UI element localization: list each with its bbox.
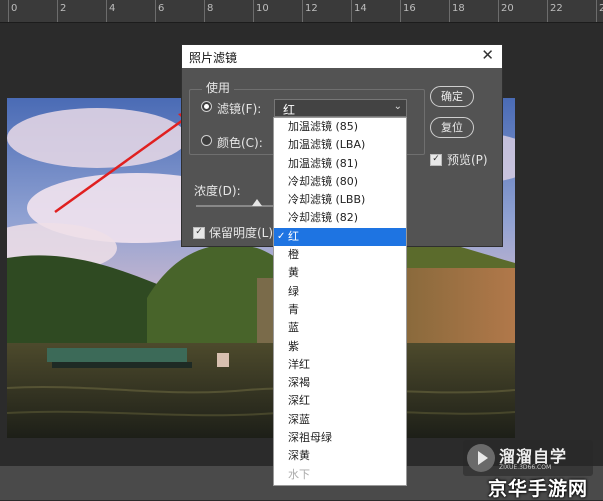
preserve-luminosity-label: 保留明度(L) — [209, 226, 274, 240]
filter-dropdown-list: 加温滤镜 (85) 加温滤镜 (LBA) 加温滤镜 (81) 冷却滤镜 (80) 冷却滤… — [273, 117, 407, 486]
ruler-label: 6 — [158, 3, 165, 14]
top-ruler: 024681012141618202224 — [0, 0, 603, 23]
dropdown-option-label: 深褐 — [288, 376, 310, 390]
ruler-label: 20 — [501, 3, 514, 14]
ruler-tick — [400, 0, 401, 22]
dropdown-option-label: 红 — [288, 229, 299, 243]
watermark-sub: ZIXUE.3D66.COM — [499, 464, 552, 471]
ok-button[interactable]: 确定 — [430, 86, 474, 107]
preview-checkbox[interactable]: ✓ — [430, 154, 442, 166]
dropdown-option-label: 绿 — [288, 284, 299, 298]
dropdown-option-label: 冷却滤镜 (82) — [288, 211, 359, 225]
ruler-label: 24 — [599, 3, 603, 14]
chevron-down-icon: ⌄ — [393, 101, 402, 112]
dropdown-option-label: 黄 — [288, 266, 299, 280]
dropdown-option[interactable]: 加温滤镜 (81) — [274, 155, 406, 173]
ruler-tick — [253, 0, 254, 22]
density-slider-thumb[interactable] — [252, 199, 262, 206]
checkmark-icon: ✓ — [277, 230, 286, 242]
close-icon[interactable]: ✕ — [481, 46, 494, 64]
filter-radio[interactable] — [201, 101, 212, 112]
dropdown-option-label: 洋红 — [288, 357, 310, 371]
dropdown-option-label: 深蓝 — [288, 412, 310, 426]
ruler-tick — [204, 0, 205, 22]
dropdown-option-label: 紫 — [288, 339, 299, 353]
ruler-tick — [351, 0, 352, 22]
dropdown-option-label: 蓝 — [288, 321, 299, 335]
color-radio[interactable] — [201, 135, 212, 146]
dropdown-option-label: 青 — [288, 302, 299, 316]
ruler-tick — [8, 0, 9, 22]
dropdown-option[interactable]: 深祖母绿 — [274, 429, 406, 447]
dropdown-option[interactable]: 蓝 — [274, 319, 406, 337]
dropdown-option-label: 加温滤镜 (81) — [288, 156, 359, 170]
ruler-label: 10 — [256, 3, 269, 14]
dropdown-option-label: 加温滤镜 (85) — [288, 120, 359, 133]
ruler-label: 8 — [207, 3, 214, 14]
reset-button[interactable]: 复位 — [430, 117, 474, 138]
watermark-logo: 溜溜自学 ZIXUE.3D66.COM — [463, 440, 593, 476]
ruler-tick — [57, 0, 58, 22]
ruler-label: 0 — [11, 3, 18, 14]
ruler-label: 18 — [452, 3, 465, 14]
use-group-label: 使用 — [202, 79, 235, 96]
dropdown-option[interactable]: 深黄 — [274, 447, 406, 465]
dialog-titlebar: 照片滤镜 ✕ — [182, 45, 502, 68]
dropdown-option[interactable]: 绿 — [274, 283, 406, 301]
dropdown-option[interactable]: 深蓝 — [274, 411, 406, 429]
dropdown-option[interactable]: 紫 — [274, 338, 406, 356]
dropdown-option[interactable]: 洋红 — [274, 356, 406, 374]
preserve-luminosity-checkbox[interactable]: ✓ — [193, 227, 205, 239]
density-label: 浓度(D): — [194, 184, 241, 198]
play-icon — [467, 444, 495, 472]
dropdown-option[interactable]: 深褐 — [274, 374, 406, 392]
dropdown-option-label: 深黄 — [288, 449, 310, 463]
preview-label: 预览(P) — [447, 153, 488, 167]
ruler-label: 16 — [403, 3, 416, 14]
dropdown-option[interactable]: ✓ 红 — [274, 227, 406, 247]
dropdown-option-label: 加温滤镜 (LBA) — [288, 138, 366, 152]
ruler-label: 22 — [550, 3, 563, 14]
ruler-label: 2 — [60, 3, 67, 14]
ruler-tick — [155, 0, 156, 22]
color-label: 颜色(C): — [217, 136, 263, 150]
ruler-tick — [547, 0, 548, 22]
dropdown-option-label: 橙 — [288, 248, 299, 262]
dropdown-option-label: 深祖母绿 — [288, 431, 332, 445]
ruler-tick — [498, 0, 499, 22]
dropdown-option[interactable]: 橙 — [274, 246, 406, 264]
filter-select[interactable]: 红 ⌄ — [274, 99, 407, 117]
ruler-tick — [106, 0, 107, 22]
ruler-label: 12 — [305, 3, 318, 14]
dropdown-option[interactable]: 深红 — [274, 392, 406, 410]
dropdown-option[interactable]: 青 — [274, 301, 406, 319]
ruler-tick — [449, 0, 450, 22]
filter-label: 滤镜(F): — [217, 102, 262, 116]
dropdown-option-label: 冷却滤镜 (80) — [288, 174, 359, 188]
ruler-tick — [596, 0, 597, 22]
dropdown-option-label: 水下 — [288, 467, 310, 481]
dropdown-option-label: 冷却滤镜 (LBB) — [288, 193, 366, 207]
watermark-site: 京华手游网 — [488, 478, 589, 500]
dropdown-option: 水下 — [274, 466, 406, 484]
dropdown-option[interactable]: 加温滤镜 (85) — [274, 118, 406, 136]
dropdown-option-label: 深红 — [288, 394, 310, 408]
ruler-label: 4 — [109, 3, 116, 14]
dropdown-option[interactable]: 冷却滤镜 (80) — [274, 173, 406, 191]
filter-select-value: 红 — [283, 103, 296, 117]
dialog-title: 照片滤镜 — [189, 51, 238, 65]
dropdown-option[interactable]: 加温滤镜 (LBA) — [274, 136, 406, 154]
ruler-tick — [302, 0, 303, 22]
dropdown-option[interactable]: 冷却滤镜 (82) — [274, 209, 406, 227]
density-slider-track[interactable] — [196, 205, 276, 207]
dropdown-option[interactable]: 黄 — [274, 264, 406, 282]
dropdown-option[interactable]: 冷却滤镜 (LBB) — [274, 191, 406, 209]
ruler-label: 14 — [354, 3, 367, 14]
